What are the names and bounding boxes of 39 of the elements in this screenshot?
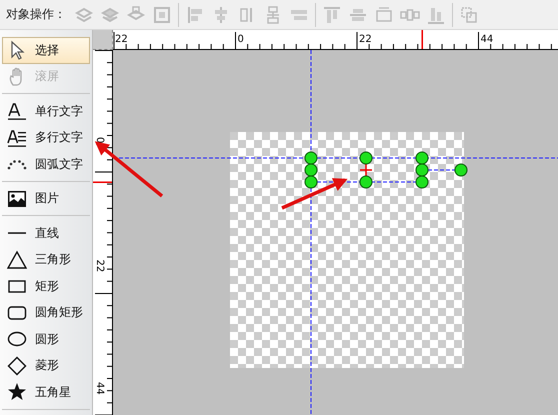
ruler-label: 44	[480, 34, 494, 45]
tool-button[interactable]: 矩形	[2, 273, 90, 300]
align-icon[interactable]	[374, 4, 394, 24]
tool-button[interactable]: 菱形	[2, 352, 90, 379]
ruler-corner	[93, 30, 113, 50]
image-icon	[7, 188, 27, 209]
text-icon	[7, 101, 27, 122]
paragraph-icon	[7, 128, 27, 148]
cursor-marker	[422, 30, 423, 49]
ruler-label: 22	[359, 34, 372, 45]
toolbar-label: 对象操作：	[6, 6, 66, 23]
tool-button[interactable]: 直线	[2, 220, 90, 246]
ruler-label: 0	[238, 34, 244, 45]
ruler-label: 22	[94, 260, 105, 272]
diamond-icon	[7, 356, 27, 376]
tool-button[interactable]: 单行文字	[2, 98, 90, 124]
tool-button[interactable]: 图片	[2, 186, 90, 212]
cursor-marker	[93, 182, 112, 183]
ruler-label: 44	[94, 382, 105, 395]
annotation-arrow	[94, 141, 164, 198]
line-icon	[7, 232, 27, 234]
tool-button[interactable]: 圆角矩形	[2, 300, 90, 326]
ruler-label: 22	[115, 34, 128, 45]
tool-button[interactable]: 五角星	[2, 379, 90, 406]
triangle-icon	[7, 250, 27, 270]
handle-node[interactable]	[454, 164, 468, 176]
annotation-arrow	[281, 178, 348, 210]
align-icon[interactable]	[185, 4, 205, 24]
tool-button[interactable]: 多行文字	[2, 124, 90, 151]
star-icon	[7, 382, 27, 402]
tool-button[interactable]: 圆形	[2, 326, 90, 352]
tool-button[interactable]: 选择	[2, 37, 90, 64]
center-cross-icon	[359, 163, 373, 177]
group-icon[interactable]	[459, 4, 479, 24]
tool-button[interactable]: 三角形	[2, 246, 90, 273]
align-icon[interactable]	[322, 4, 342, 24]
layer-icon[interactable]	[152, 4, 172, 24]
ruler-label: 0	[94, 137, 105, 144]
tool-button[interactable]: 圆弧文字	[2, 151, 90, 178]
